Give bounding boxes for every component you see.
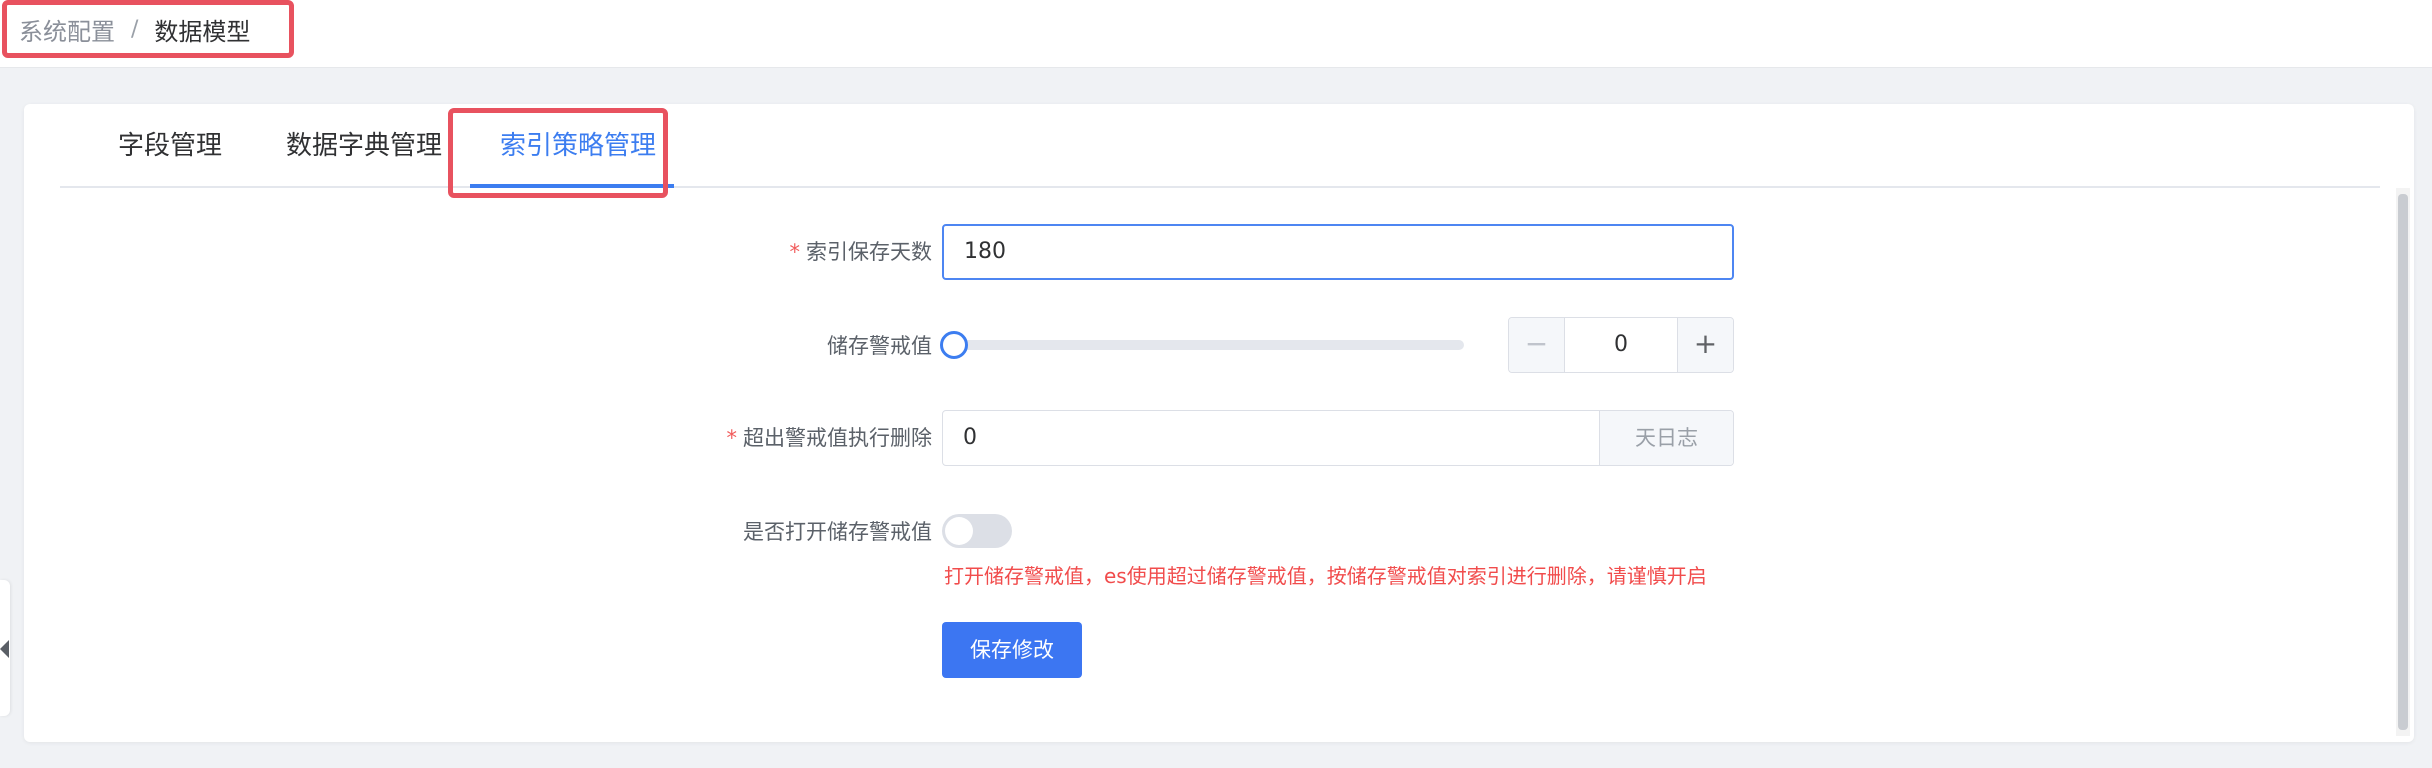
breadcrumb-separator: / (131, 16, 139, 42)
slider-handle[interactable] (940, 331, 968, 359)
delete-days-input-group: 0 天日志 (942, 410, 1734, 466)
required-mark: * (726, 426, 738, 450)
retention-days-input[interactable]: 180 (942, 224, 1734, 280)
collapse-arrow-icon[interactable] (0, 640, 9, 658)
breadcrumb-item-system-config[interactable]: 系统配置 (19, 12, 115, 47)
enable-threshold-switch[interactable] (942, 514, 1012, 548)
days-log-suffix: 天日志 (1599, 411, 1733, 465)
storage-threshold-stepper: − 0 + (1508, 317, 1734, 373)
breadcrumb: 系统配置 / 数据模型 (2, 0, 294, 58)
tab-field-management[interactable]: 字段管理 (118, 104, 222, 188)
retention-days-label: * 索引保存天数 (790, 236, 933, 266)
scrollbar-thumb[interactable] (2398, 194, 2408, 730)
top-bar: 系统配置 / 数据模型 (0, 0, 2432, 68)
storage-threshold-slider[interactable] (954, 340, 1464, 350)
storage-threshold-label: 储存警戒值 (827, 334, 932, 358)
delete-over-threshold-label-text: 超出警戒值执行删除 (743, 426, 932, 450)
active-tab-indicator (470, 184, 674, 188)
tab-data-dictionary[interactable]: 数据字典管理 (286, 104, 442, 188)
switch-knob (945, 517, 973, 545)
tab-index-policy[interactable]: 索引策略管理 (500, 104, 656, 188)
save-changes-button[interactable]: 保存修改 (942, 622, 1082, 678)
required-mark: * (789, 240, 801, 264)
threshold-warning-text: 打开储存警戒值，es使用超过储存警戒值，按储存警戒值对索引进行删除，请谨慎开启 (944, 564, 1707, 588)
decrement-button[interactable]: − (1509, 318, 1565, 372)
stepper-value-input[interactable]: 0 (1565, 318, 1677, 372)
vertical-scrollbar[interactable] (2396, 188, 2410, 736)
increment-button[interactable]: + (1677, 318, 1733, 372)
content-card: 字段管理 数据字典管理 索引策略管理 * 索引保存天数 180 储存警戒值 − 0… (24, 104, 2414, 742)
delete-days-input[interactable]: 0 (963, 411, 977, 465)
enable-threshold-label: 是否打开储存警戒值 (743, 520, 932, 544)
breadcrumb-item-data-model: 数据模型 (154, 17, 251, 46)
tab-bar: 字段管理 数据字典管理 索引策略管理 (60, 104, 2380, 188)
delete-over-threshold-label: * 超出警戒值执行删除 (727, 422, 933, 452)
retention-days-label-text: 索引保存天数 (806, 240, 932, 264)
